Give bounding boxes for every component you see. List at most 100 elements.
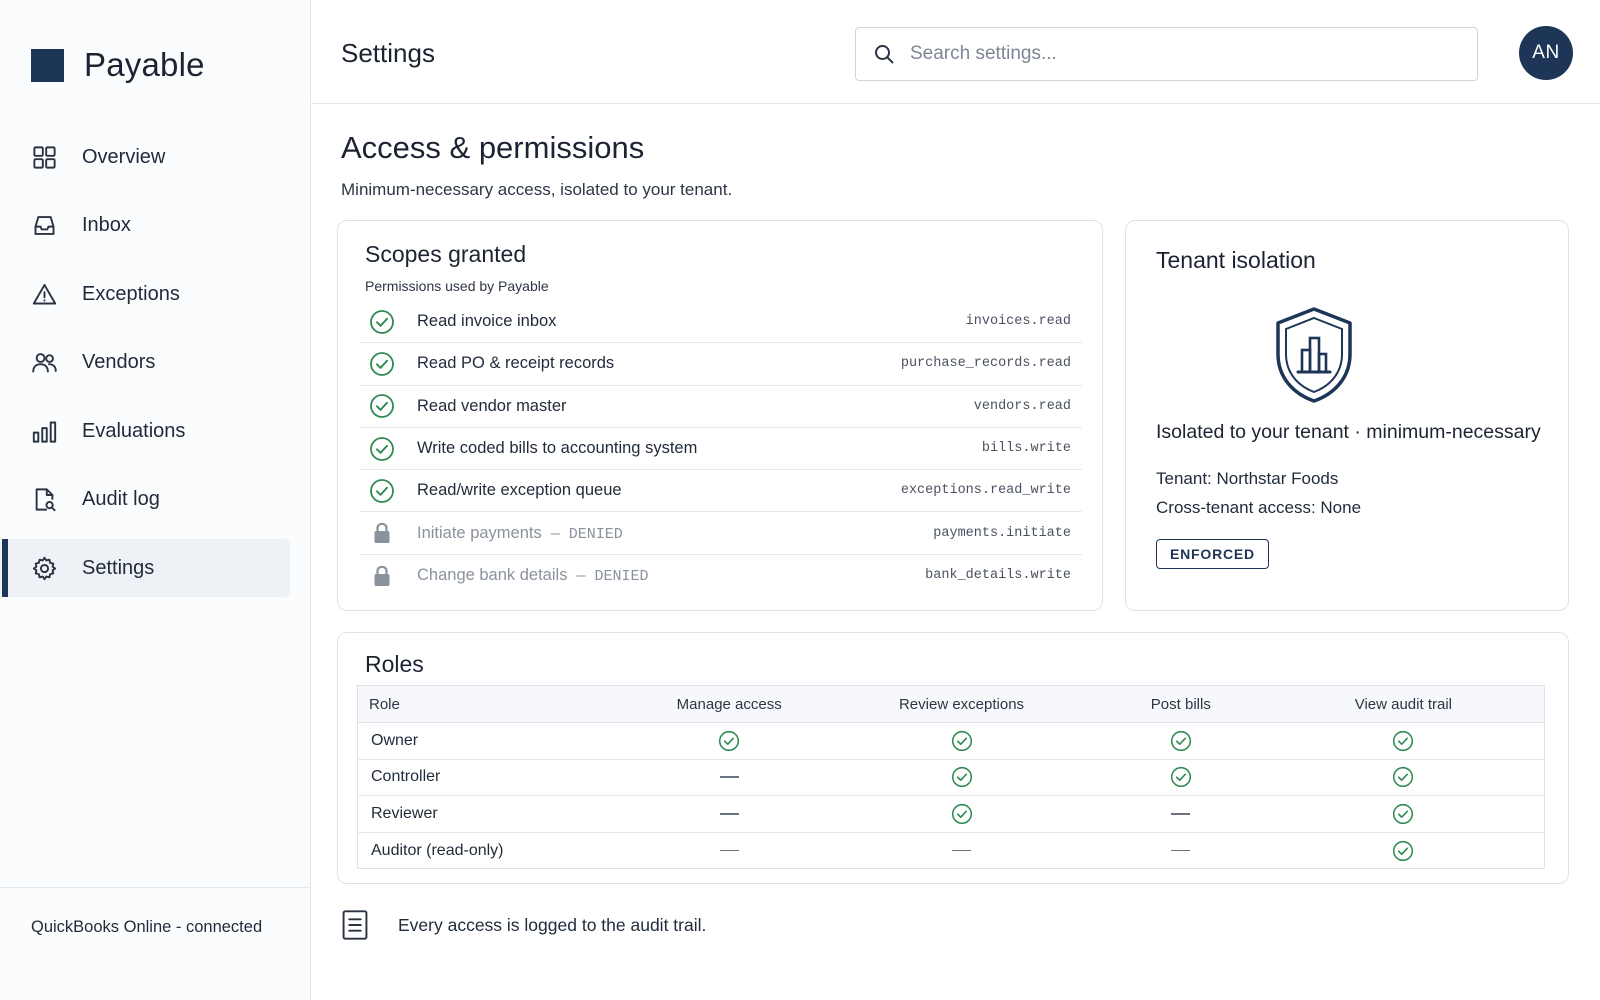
permission-granted [1262,795,1545,833]
role-name: Controller [357,759,635,797]
denied-label: — DENIED [541,525,623,543]
brand[interactable]: Payable [31,46,205,84]
sidebar-item-vendors[interactable]: Vendors [0,334,290,392]
scope-code: purchase_records.read [900,356,1071,372]
sidebar-item-audit-log[interactable]: Audit log [0,471,290,529]
scope-code: vendors.read [973,398,1071,414]
check-circle-icon [369,393,395,419]
warning-icon [31,281,58,308]
permission-none [1098,795,1263,833]
integration-status: QuickBooks Online - connected [0,887,311,1000]
avatar[interactable]: AN [1519,26,1573,80]
permission-granted [1262,759,1545,797]
permission-none [634,795,825,833]
scope-row: Read vendor master vendors.read [360,386,1082,428]
tenant-title: Tenant isolation [1156,247,1316,273]
sidebar-item-settings[interactable]: Settings [0,539,290,597]
scopes-subtitle: Permissions used by Payable [365,278,549,294]
topbar: Settings AN [311,0,1600,104]
scope-row: Change bank details — DENIED bank_details… [360,555,1082,597]
scope-label: Read PO & receipt records [417,354,615,373]
inbox-icon [31,212,58,239]
scope-code: invoices.read [965,314,1071,330]
permission-none [634,759,825,797]
scope-row: Initiate payments — DENIED payments.initi… [360,512,1082,555]
check-circle-icon [1392,803,1414,825]
dash-icon [1171,849,1191,852]
document-icon [342,910,368,940]
check-circle-icon [951,730,973,751]
sidebar-item-label: Settings [82,556,155,579]
sidebar-item-label: Evaluations [82,419,186,442]
sidebar-item-overview[interactable]: Overview [0,128,290,186]
sidebar-nav: Overview Inbox Exceptions Vendors Evalua… [0,128,311,608]
roles-column-header: Review exceptions [824,685,1099,723]
denied-label: — DENIED [567,568,649,586]
roles-table: Role Manage access Review exceptions Post b… [357,685,1545,870]
tenant-name: Tenant: Northstar Foods [1156,469,1339,488]
shield-building-icon [1276,307,1352,403]
scopes-card: Scopes granted Permissions used by Payab… [337,220,1103,611]
roles-column-header: View audit trail [1262,685,1545,723]
sidebar: Payable Overview Inbox Exceptions Vendor… [0,0,311,1000]
check-circle-icon [718,730,740,751]
permission-granted [1262,722,1545,760]
dash-icon [719,812,739,815]
check-circle-icon [369,478,395,504]
scope-list: Read invoice inbox invoices.read Read PO &… [360,301,1082,597]
lock-icon [369,563,395,589]
sidebar-item-label: Audit log [82,488,160,510]
tenant-headline: Isolated to your tenant · minimum-necess… [1156,421,1541,443]
scope-code: payments.initiate [933,525,1071,541]
table-row: Reviewer [357,795,1545,833]
role-name: Owner [357,722,635,760]
check-circle-icon [1392,730,1414,751]
roles-column-header: Post bills [1098,685,1263,723]
brand-logo-icon [31,48,64,82]
check-circle-icon [369,436,395,462]
table-row: Auditor (read-only) [358,832,1545,869]
roles-card: Roles Role Manage access Review exceptions… [337,632,1569,884]
page-title: Settings [341,38,435,68]
permission-granted [634,722,825,760]
check-circle-icon [1392,840,1414,861]
check-circle-icon [369,351,395,377]
scope-label: Read vendor master [417,396,567,415]
table-row: Controller [357,759,1545,797]
role-name: Reviewer [357,795,635,833]
dash-icon [719,776,739,778]
sidebar-item-label: Vendors [82,351,156,373]
scope-row: Read PO & receipt records purchase_record… [360,343,1082,386]
scope-row: Write coded bills to accounting system bi… [360,428,1082,471]
search-box[interactable] [855,27,1478,81]
users-icon [31,349,58,376]
tenant-card: Tenant isolation Isolated to your tenant… [1125,220,1569,611]
scope-code: bills.write [981,441,1071,457]
audit-note: Every access is logged to the audit trai… [341,909,706,941]
permission-granted [1098,759,1263,797]
scope-code: bank_details.write [925,568,1071,584]
search-icon [875,45,894,64]
scopes-title: Scopes granted [365,241,527,267]
role-name: Auditor (read-only) [371,841,504,859]
status-badge: ENFORCED [1156,539,1269,569]
search-input[interactable] [910,43,1450,65]
scope-label: Read/write exception queue [417,481,622,500]
dash-icon [719,849,739,852]
sidebar-item-exceptions[interactable]: Exceptions [0,265,290,323]
sidebar-item-inbox[interactable]: Inbox [0,197,290,255]
permission-granted [1098,722,1263,760]
gear-icon [31,555,58,582]
sidebar-item-evaluations[interactable]: Evaluations [0,402,290,460]
roles-column-header: Manage access [634,685,825,723]
permission-granted [824,795,1099,833]
roles-header-row: Role Manage access Review exceptions Post b… [357,685,1545,723]
lock-icon [369,520,395,546]
permission-none [634,832,824,869]
scope-code: exceptions.read_write [900,483,1071,499]
check-circle-icon [369,309,395,335]
audit-note-text: Every access is logged to the audit trai… [398,914,707,935]
dash-icon [1171,812,1191,815]
scope-label: Write coded bills to accounting system [417,439,698,458]
scope-label: Change bank details — DENIED [417,566,649,586]
